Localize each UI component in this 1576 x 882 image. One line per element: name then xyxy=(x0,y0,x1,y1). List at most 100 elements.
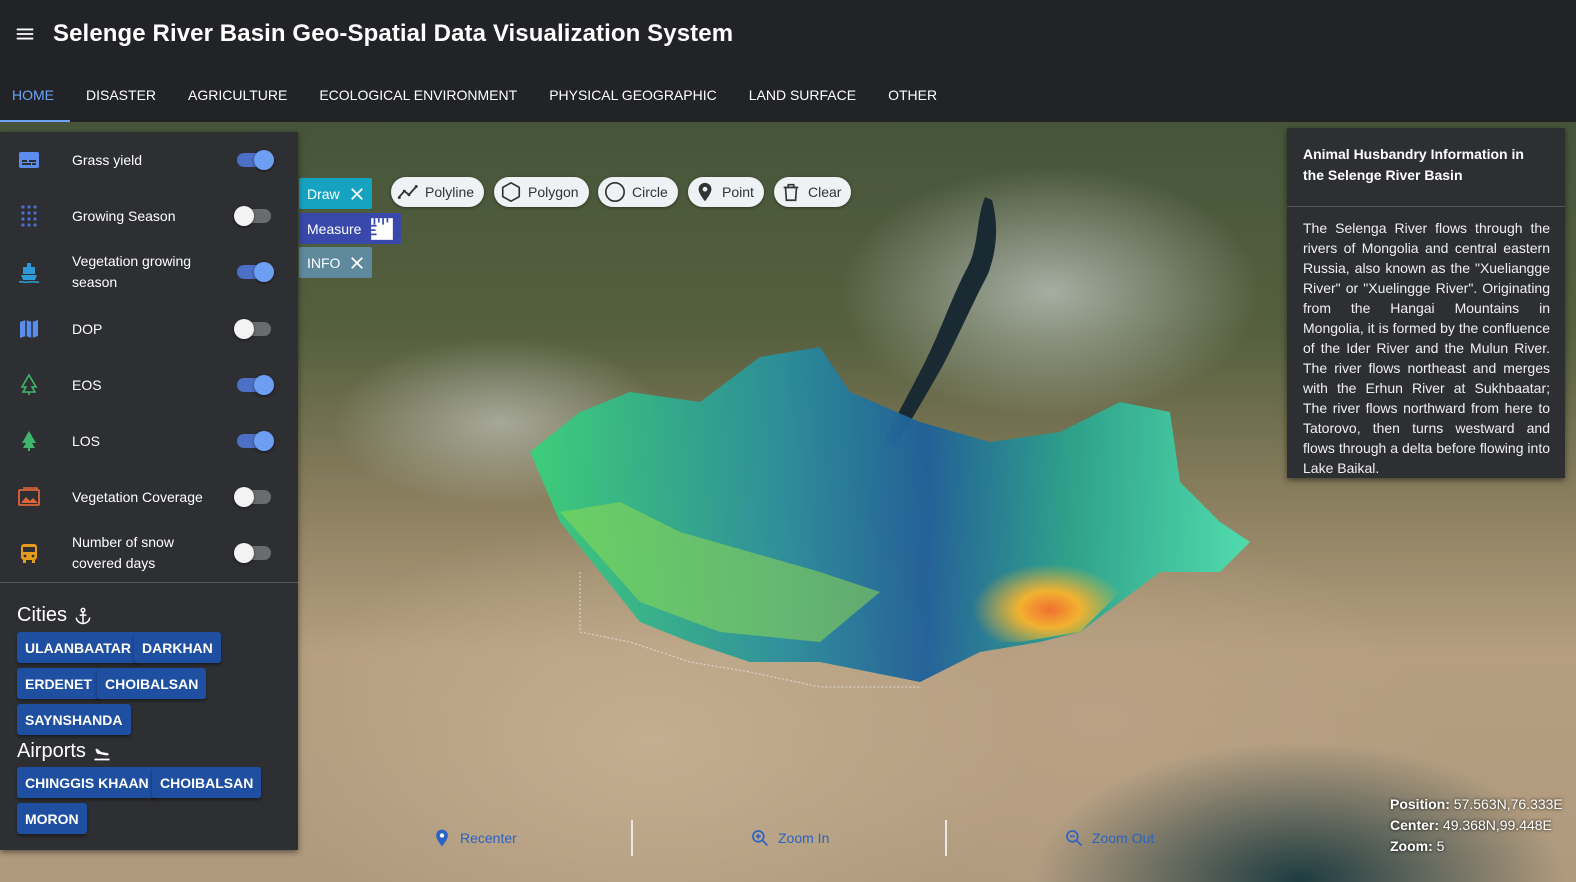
tab-agriculture[interactable]: AGRICULTURE xyxy=(172,68,303,122)
panel-divider xyxy=(0,582,298,583)
app-bar: Selenge River Basin Geo-Spatial Data Vis… xyxy=(0,0,1576,68)
layer-toggle[interactable] xyxy=(234,260,274,284)
layer-toggle[interactable] xyxy=(234,317,274,341)
close-icon xyxy=(351,256,364,269)
recenter-label: Recenter xyxy=(460,830,517,846)
draw-label: Draw xyxy=(307,185,340,202)
zoom-value: 5 xyxy=(1436,838,1445,854)
vegetation-data-overlay xyxy=(530,347,1250,688)
layer-label: Vegetation growing season xyxy=(72,253,192,290)
draw-toggle-button[interactable]: Draw xyxy=(299,178,372,209)
map-icon xyxy=(17,317,41,341)
layer-toggle[interactable] xyxy=(234,373,274,397)
toggle-thumb xyxy=(234,487,254,507)
info-panel: Animal Husbandry Information in the Sele… xyxy=(1287,128,1565,478)
point-label: Point xyxy=(722,184,754,200)
zoom-out-icon xyxy=(1066,830,1083,847)
toggle-thumb xyxy=(234,319,254,339)
toggle-thumb xyxy=(254,375,274,395)
hexagon-outline-icon xyxy=(501,181,521,203)
tab-home[interactable]: HOME xyxy=(0,68,70,122)
airport-button-choibalsan[interactable]: CHOIBALSAN xyxy=(152,767,262,798)
airports-title: Airports xyxy=(17,740,112,763)
tab-bar: HOME DISASTER AGRICULTURE ECOLOGICAL ENVIRO… xyxy=(0,68,1576,122)
polyline-icon xyxy=(397,185,418,199)
layer-toggle[interactable] xyxy=(234,204,274,228)
info-toggle-button[interactable]: INFO xyxy=(299,247,373,278)
layer-label: Growing Season xyxy=(72,208,176,224)
position-value: 57.563N,76.333E xyxy=(1453,796,1563,812)
layer-toggle[interactable] xyxy=(234,429,274,453)
city-button-saynshanda[interactable]: SAYNSHANDA xyxy=(17,704,131,735)
subtitles-icon xyxy=(17,148,41,172)
recenter-button[interactable]: Recenter xyxy=(432,828,517,848)
city-button-darkhan[interactable]: DARKHAN xyxy=(134,632,221,663)
center-label: Center: xyxy=(1390,817,1440,833)
zoom-in-icon xyxy=(752,830,769,847)
anchor-icon xyxy=(75,607,91,624)
zoom-label: Zoom: xyxy=(1390,838,1433,854)
info-panel-title: Animal Husbandry Information in the Sele… xyxy=(1303,146,1524,183)
measure-toggle-button[interactable]: Measure xyxy=(299,213,402,244)
bus-icon xyxy=(17,541,41,565)
ship-icon xyxy=(17,260,41,284)
toggle-thumb xyxy=(254,262,274,282)
tab-other[interactable]: OTHER xyxy=(872,68,953,122)
circle-tool-button[interactable]: Circle xyxy=(598,177,678,207)
polyline-tool-button[interactable]: Polyline xyxy=(391,177,485,207)
layer-label: EOS xyxy=(72,377,102,393)
tab-disaster[interactable]: DISASTER xyxy=(70,68,172,122)
toggle-thumb xyxy=(254,150,274,170)
layer-toggle[interactable] xyxy=(234,485,274,509)
dots-grid-icon xyxy=(17,204,41,228)
info-panel-divider xyxy=(1287,206,1565,207)
nav-separator xyxy=(631,820,633,856)
circle-label: Circle xyxy=(632,184,668,200)
clear-label: Clear xyxy=(808,184,842,200)
toggle-thumb xyxy=(234,206,254,226)
tree-outline-icon xyxy=(17,373,41,397)
point-tool-button[interactable]: Point xyxy=(688,177,764,207)
trash-icon xyxy=(783,183,799,202)
map-marker-icon xyxy=(698,182,712,202)
zoom-in-label: Zoom In xyxy=(778,830,830,846)
layer-label: Grass yield xyxy=(72,152,143,168)
layer-toggle[interactable] xyxy=(234,541,274,565)
map-marker-icon xyxy=(436,829,448,847)
tree-icon xyxy=(17,429,41,453)
zoom-in-button[interactable]: Zoom In xyxy=(750,828,829,848)
clear-tool-button[interactable]: Clear xyxy=(774,177,852,207)
menu-icon xyxy=(16,28,34,40)
tab-ecological-environment[interactable]: ECOLOGICAL ENVIRONMENT xyxy=(303,68,533,122)
toggle-thumb xyxy=(234,543,254,563)
airport-button-moron[interactable]: MORON xyxy=(17,803,87,834)
coordinates-readout: Position: 57.563N,76.333E Center: 49.368… xyxy=(1390,794,1563,857)
info-label: INFO xyxy=(307,254,341,271)
layer-label: Vegetation Coverage xyxy=(72,489,203,505)
layer-panel: Grass yield Growing Season Vegetation grow… xyxy=(0,132,298,850)
app-title: Selenge River Basin Geo-Spatial Data Vis… xyxy=(53,20,734,47)
city-button-erdenet[interactable]: ERDENET xyxy=(17,668,100,699)
layer-toggle[interactable] xyxy=(234,148,274,172)
airport-button-chinggis-khaan[interactable]: CHINGGIS KHAAN xyxy=(17,767,157,798)
position-label: Position: xyxy=(1390,796,1450,812)
tab-land-surface[interactable]: LAND SURFACE xyxy=(733,68,872,122)
menu-button[interactable] xyxy=(0,0,50,68)
city-button-choibalsan[interactable]: CHOIBALSAN xyxy=(97,668,207,699)
zoom-out-button[interactable]: Zoom Out xyxy=(1064,828,1154,848)
layer-label: Number of snow covered days xyxy=(72,534,174,571)
center-value: 49.368N,99.448E xyxy=(1442,817,1552,833)
layer-label: LOS xyxy=(72,433,101,449)
measure-label: Measure xyxy=(307,220,362,237)
toggle-thumb xyxy=(254,431,274,451)
tab-physical-geographic[interactable]: PHYSICAL GEOGRAPHIC xyxy=(533,68,733,122)
airplane-landing-icon xyxy=(94,748,110,760)
close-icon xyxy=(350,187,363,200)
cities-title: Cities xyxy=(17,604,93,627)
layer-label: DOP xyxy=(72,321,103,337)
city-button-ulaanbaatar[interactable]: ULAANBAATAR xyxy=(17,632,140,663)
polyline-label: Polyline xyxy=(425,184,475,200)
info-panel-body: The Selenga River flows through the rive… xyxy=(1303,220,1550,476)
polygon-tool-button[interactable]: Polygon xyxy=(494,177,589,207)
circle-outline-icon xyxy=(605,182,625,202)
